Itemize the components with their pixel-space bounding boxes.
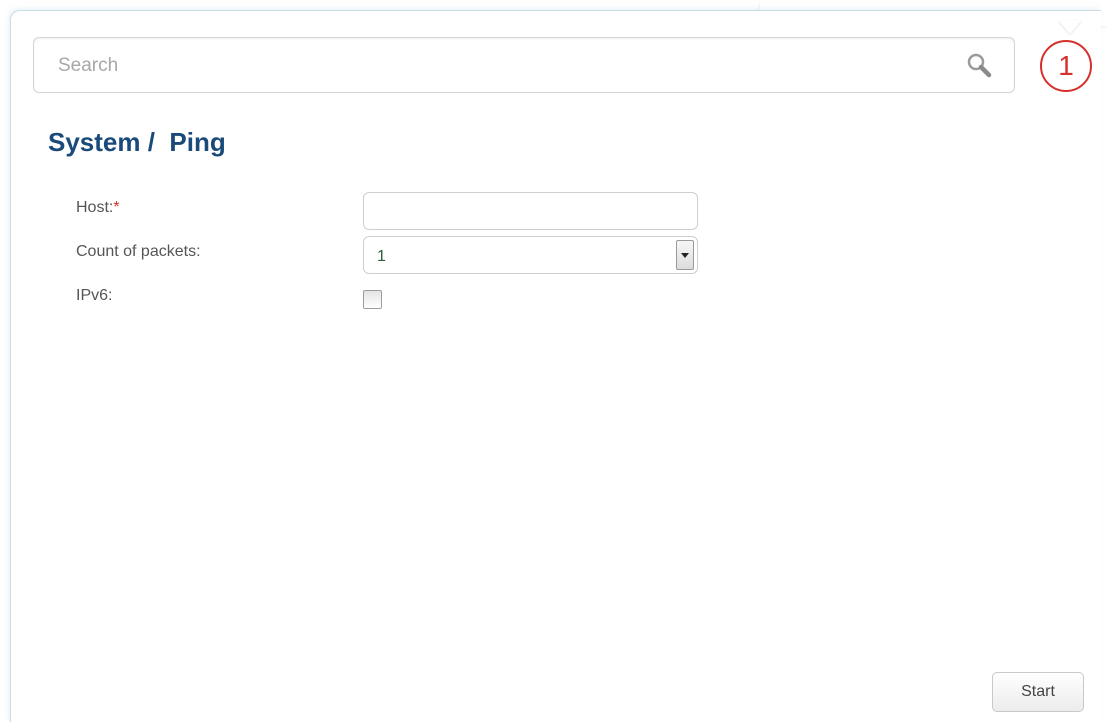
- search-icon[interactable]: [964, 51, 996, 81]
- notification-counter[interactable]: 1: [1040, 40, 1092, 92]
- search-bar: [33, 37, 1015, 93]
- page-title: System / Ping: [48, 127, 226, 157]
- page: 1 System / Ping Host:* Count of packets:…: [0, 0, 1107, 722]
- count-of-packets-value: 1: [377, 248, 386, 265]
- count-of-packets-select[interactable]: 1: [363, 236, 698, 274]
- count-of-packets-label: Count of packets:: [76, 243, 201, 260]
- notch-tail: [1058, 20, 1082, 34]
- ipv6-label: IPv6:: [76, 287, 113, 304]
- host-label: Host:*: [76, 199, 120, 217]
- host-label-text: Host:: [76, 199, 114, 216]
- chevron-down-icon[interactable]: [676, 240, 694, 270]
- search-input[interactable]: [56, 52, 940, 80]
- host-input[interactable]: [363, 192, 698, 230]
- start-button[interactable]: Start: [992, 672, 1084, 712]
- ipv6-checkbox[interactable]: [363, 290, 382, 309]
- required-mark: *: [113, 199, 120, 216]
- main-panel: [10, 10, 1101, 722]
